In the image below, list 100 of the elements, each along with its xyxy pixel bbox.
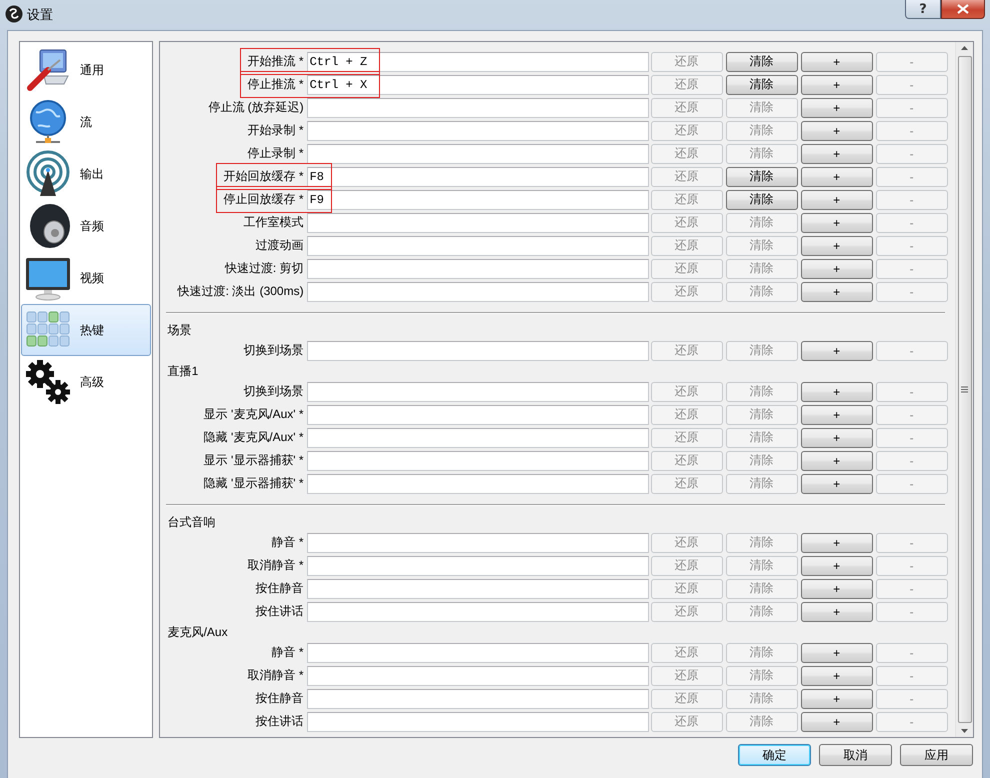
sidebar-item[interactable]: 热键 xyxy=(21,304,151,356)
hotkey-button[interactable]: + xyxy=(800,236,873,256)
hotkey-button[interactable]: + xyxy=(800,340,873,360)
hotkey-field[interactable] xyxy=(306,120,649,140)
window-title: 设置 xyxy=(27,6,53,24)
hotkey-field[interactable] xyxy=(306,212,649,232)
hotkey-button[interactable]: + xyxy=(800,144,873,164)
hotkey-label: 快速过渡: 淡出 (300ms) xyxy=(178,284,304,298)
hotkey-field[interactable] xyxy=(306,404,649,424)
hotkey-button[interactable]: + xyxy=(800,666,873,686)
section-heading: 直播1 xyxy=(166,363,200,380)
hotkey-label: 停止流 (放弃延迟) xyxy=(208,100,304,114)
hotkey-button[interactable]: + xyxy=(800,74,873,94)
hotkey-field[interactable] xyxy=(306,532,649,552)
hotkey-field[interactable] xyxy=(306,712,649,732)
dialog-button[interactable]: 取消 xyxy=(819,744,892,766)
hotkey-label: 按住静音 xyxy=(256,581,304,595)
hotkey-field[interactable] xyxy=(306,450,649,470)
hotkey-label: 隐藏 '显示器捕获' * xyxy=(204,476,304,490)
hotkey-button[interactable]: + xyxy=(800,450,873,470)
section-heading: 台式音响 xyxy=(166,514,217,531)
hotkey-label: 按住讲话 xyxy=(256,604,304,618)
hotkey-label: 取消静音 * xyxy=(248,558,304,572)
hotkey-label: 切换到场景 xyxy=(244,384,304,398)
hotkey-field[interactable] xyxy=(306,236,649,256)
hotkey-field[interactable]: Ctrl + X xyxy=(306,74,649,94)
gears-icon xyxy=(24,358,72,406)
sidebar-item[interactable]: 音频 xyxy=(21,200,151,252)
hotkey-button[interactable]: + xyxy=(800,532,873,552)
hotkey-button[interactable]: + xyxy=(800,556,873,576)
hotkey-label: 显示 '显示器捕获' * xyxy=(204,453,304,467)
hotkey-field[interactable] xyxy=(306,258,649,278)
hotkey-button[interactable]: + xyxy=(800,474,873,494)
hotkey-button[interactable]: + xyxy=(800,382,873,402)
hotkey-button[interactable]: + xyxy=(800,258,873,278)
hotkey-field[interactable] xyxy=(306,340,649,360)
hotkey-button[interactable]: + xyxy=(800,688,873,708)
vertical-scrollbar[interactable] xyxy=(955,42,973,737)
hotkey-label: 切换到场景 xyxy=(244,343,304,357)
hotkey-button[interactable]: + xyxy=(800,602,873,622)
hotkey-field[interactable] xyxy=(306,428,649,448)
hotkey-field[interactable] xyxy=(306,282,649,302)
hotkey-field[interactable] xyxy=(306,688,649,708)
hotkey-field[interactable] xyxy=(306,474,649,494)
hotkey-field[interactable]: Ctrl + Z xyxy=(306,52,649,72)
hotkey-field[interactable]: F9 xyxy=(306,190,649,210)
antenna-icon xyxy=(24,150,72,198)
section-heading: 场景 xyxy=(166,322,193,339)
sidebar-item[interactable]: 视频 xyxy=(21,252,151,304)
hotkey-button[interactable]: + xyxy=(800,190,873,210)
hotkey-button[interactable]: + xyxy=(800,98,873,118)
hotkey-button[interactable]: + xyxy=(800,404,873,424)
hotkey-button[interactable]: 清除 xyxy=(726,166,798,186)
sidebar-item[interactable]: 通用 xyxy=(21,44,151,96)
hotkey-label: 按住静音 xyxy=(256,691,304,705)
hotkey-button[interactable]: + xyxy=(800,212,873,232)
hotkey-label: 过渡动画 xyxy=(256,238,304,252)
hotkey-field[interactable] xyxy=(306,642,649,662)
section-heading: 麦克风/Aux xyxy=(166,624,229,641)
hotkey-field[interactable] xyxy=(306,382,649,402)
hotkey-button[interactable]: + xyxy=(800,578,873,598)
hotkey-button[interactable]: + xyxy=(800,712,873,732)
hotkey-label: 停止推流 * xyxy=(248,77,304,91)
hotkey-label: 工作室模式 xyxy=(244,215,304,229)
hotkey-label: 静音 * xyxy=(272,535,304,549)
dialog-button[interactable]: 应用 xyxy=(900,744,973,766)
hotkey-field[interactable] xyxy=(306,556,649,576)
hotkey-field[interactable] xyxy=(306,578,649,598)
hotkey-field[interactable]: F8 xyxy=(306,166,649,186)
hotkey-button[interactable]: + xyxy=(800,428,873,448)
hotkey-label: 取消静音 * xyxy=(248,668,304,682)
hotkey-field[interactable] xyxy=(306,98,649,118)
hotkey-label: 按住讲话 xyxy=(256,714,304,728)
hotkey-label: 开始录制 * xyxy=(248,123,304,137)
hotkey-label: 快速过渡: 剪切 xyxy=(224,261,304,275)
hotkey-button[interactable]: + xyxy=(800,52,873,72)
close-button[interactable] xyxy=(941,0,985,19)
hotkey-button[interactable]: + xyxy=(800,642,873,662)
sidebar-item[interactable]: 输出 xyxy=(21,148,151,200)
hotkey-label: 停止录制 * xyxy=(248,146,304,160)
hotkey-field[interactable] xyxy=(306,602,649,622)
hotkey-button[interactable]: + xyxy=(800,120,873,140)
app-logo-icon xyxy=(5,5,23,23)
hotkey-field[interactable] xyxy=(306,666,649,686)
sidebar-item[interactable]: 流 xyxy=(21,96,151,148)
hotkey-button[interactable]: + xyxy=(800,282,873,302)
hotkey-button[interactable]: + xyxy=(800,166,873,186)
hotkey-label: 开始推流 * xyxy=(248,54,304,68)
hotkey-button[interactable]: 清除 xyxy=(726,190,798,210)
hotkey-field[interactable] xyxy=(306,144,649,164)
dialog-button[interactable]: 确定 xyxy=(738,744,811,766)
hotkey-label: 隐藏 '麦克风/Aux' * xyxy=(204,430,304,444)
sidebar-item[interactable]: 高级 xyxy=(21,356,151,408)
hotkey-label: 显示 '麦克风/Aux' * xyxy=(204,407,304,421)
hotkey-label: 开始回放缓存 * xyxy=(224,169,304,183)
help-button[interactable]: ? xyxy=(905,0,941,19)
hotkey-label: 停止回放缓存 * xyxy=(224,192,304,206)
hotkey-button[interactable]: 清除 xyxy=(726,74,798,94)
hotkey-button[interactable]: 清除 xyxy=(726,52,798,72)
close-icon xyxy=(957,4,969,14)
